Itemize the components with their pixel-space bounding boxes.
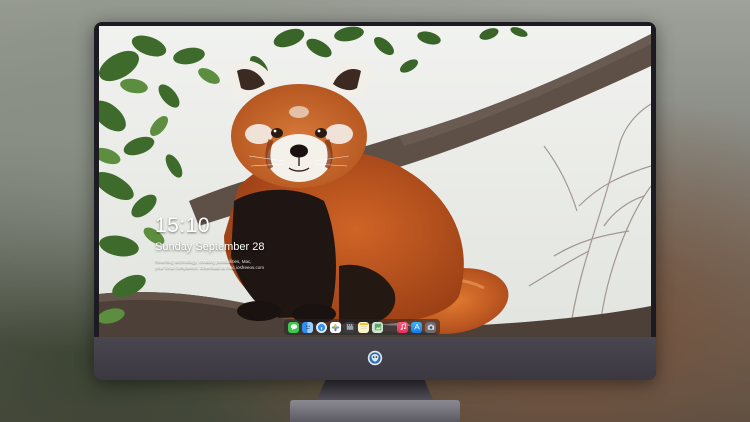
finder-icon[interactable] bbox=[302, 321, 313, 333]
monitor-screen: 15:10 Sunday September 28 Rewriting tech… bbox=[99, 26, 651, 337]
safari-icon[interactable] bbox=[316, 321, 327, 333]
clapperboard-icon[interactable] bbox=[344, 321, 355, 333]
brand-logo-icon bbox=[367, 350, 383, 366]
notes-icon[interactable] bbox=[358, 321, 369, 333]
music-icon[interactable] bbox=[397, 321, 408, 333]
red-panda-wallpaper bbox=[99, 26, 651, 337]
lock-screen-date: Sunday September 28 bbox=[155, 241, 265, 253]
monitor-chin bbox=[94, 337, 656, 380]
messages-icon[interactable] bbox=[288, 321, 299, 333]
monitor-stand-base bbox=[290, 400, 460, 422]
desktop-background: 15:10 Sunday September 28 Rewriting tech… bbox=[0, 0, 750, 422]
camera-icon[interactable] bbox=[425, 321, 436, 333]
preview-icon[interactable] bbox=[372, 321, 383, 333]
lock-screen-message: Rewriting technology, creating possibili… bbox=[155, 259, 275, 270]
photos-icon[interactable] bbox=[330, 321, 341, 333]
app-store-icon[interactable] bbox=[411, 321, 422, 333]
dock bbox=[284, 319, 440, 335]
monitor-stand-neck bbox=[316, 380, 434, 402]
lock-screen-message-line2: your local companion. Download at mac.io… bbox=[155, 264, 265, 270]
lock-screen-clock: 15:10 bbox=[155, 214, 211, 237]
monitor: 15:10 Sunday September 28 Rewriting tech… bbox=[94, 22, 656, 380]
